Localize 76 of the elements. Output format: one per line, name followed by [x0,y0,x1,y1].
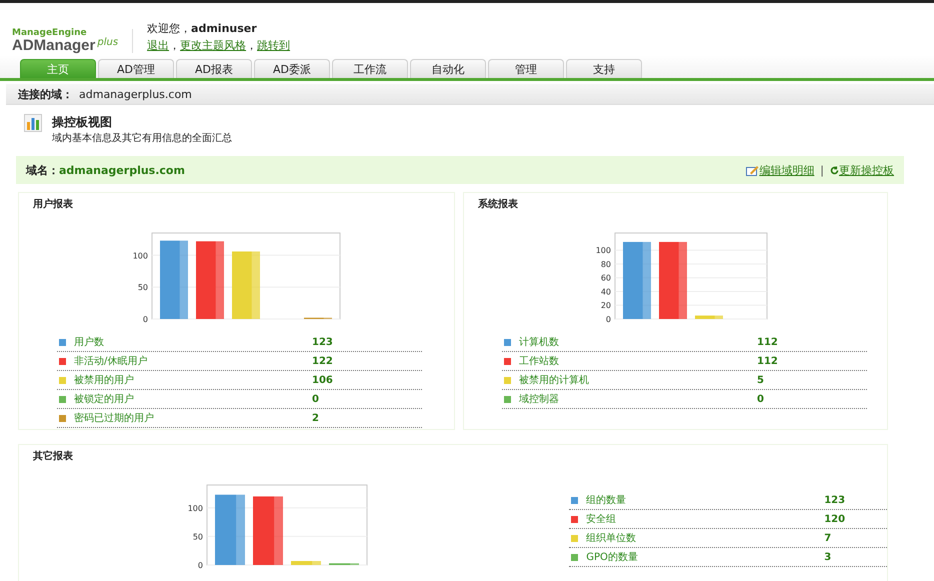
nav-tab[interactable]: 支持 [566,59,642,78]
refresh-icon [830,166,839,174]
card-title: 用户报表 [33,199,73,210]
card-title: 系统报表 [478,199,518,210]
legend-label[interactable]: 计算机数 [519,335,757,349]
page-title: 操控板视图 [52,114,113,131]
legend-label[interactable]: 域控制器 [519,392,757,406]
header-link[interactable]: 退出 [147,38,170,53]
divider-text: | [820,164,824,176]
username: adminuser [191,22,257,35]
legend-label[interactable]: 安全组 [586,512,824,526]
greeting-text: 欢迎您， [147,21,192,36]
legend-value: 123 [824,494,846,506]
header-link[interactable]: 跳转到 [257,38,290,53]
legend-label[interactable]: 非活动/休眠用户 [74,354,312,368]
legend-value: 7 [824,532,832,544]
domain-label: 域名： [26,162,59,178]
nav-tab[interactable]: 自动化 [410,59,486,78]
legend-label[interactable]: 工作站数 [519,354,757,368]
separator-text: ， [246,38,258,53]
connected-domain-label: 连接的域： [18,86,73,102]
logo-brand: ManageEngine [12,29,88,38]
axis-tick-label: 20 [600,301,611,310]
bar [214,494,245,565]
legend-label[interactable]: 密码已过期的用户 [74,411,312,425]
logo-suffix: plus [97,38,118,48]
bar [232,251,260,319]
nav-tab[interactable]: 主页 [20,59,96,78]
axis-tick-label: 0 [198,561,203,569]
header-link[interactable]: 更改主题风格 [180,38,246,53]
legend-label[interactable]: GPO的数量 [586,550,824,564]
legend-label[interactable]: 组织单位数 [586,531,824,545]
domain-name: admanagerplus.com [59,164,185,176]
legend-label[interactable]: 用户数 [74,335,312,349]
axis-tick-label: 60 [600,274,611,283]
nav-tab[interactable]: AD委派 [254,59,330,78]
axis-tick-label: 40 [600,287,611,296]
action-link[interactable]: 更新操控板 [839,162,894,178]
logo-product: ADManager [12,38,96,53]
legend-value: 0 [312,394,319,404]
legend-value: 3 [824,552,832,562]
legend-value: 106 [312,374,333,386]
legend-value: 5 [757,374,764,386]
axis-tick-label: 100 [187,504,203,513]
axis-tick-label: 0 [606,315,611,323]
connected-domain-value: admanagerplus.com [79,88,192,100]
legend-label[interactable]: 组的数量 [586,493,824,507]
bar-chart-icon [24,114,42,132]
nav-tab[interactable]: AD报表 [176,59,252,78]
card-title: 其它报表 [33,451,73,462]
legend-value: 120 [824,514,846,524]
action-link[interactable]: 编辑域明细 [759,162,814,178]
axis-tick-label: 100 [596,246,611,256]
page-subtitle: 域内基本信息及其它有用信息的全面汇总 [52,132,232,145]
bar [252,496,283,565]
legend-value: 123 [312,336,333,348]
axis-tick-label: 0 [142,315,148,323]
legend-value: 0 [757,394,764,404]
axis-tick-label: 50 [138,283,148,292]
legend-value: 2 [312,412,319,424]
legend-value: 122 [312,356,333,366]
legend-value: 112 [757,356,778,366]
legend-value: 112 [757,336,778,348]
edit-icon [746,164,760,176]
separator-text: ， [169,38,180,53]
legend-label[interactable]: 被禁用的计算机 [519,373,757,387]
axis-tick-label: 100 [132,251,148,260]
legend-label[interactable]: 被禁用的用户 [74,373,312,387]
nav-tab[interactable]: AD管理 [98,59,174,78]
axis-tick-label: 80 [600,260,611,269]
nav-tab[interactable]: 工作流 [332,59,408,78]
nav-tab[interactable]: 管理 [488,59,564,78]
axis-tick-label: 50 [192,532,203,542]
bar [695,316,723,319]
bar [290,561,321,565]
legend-label[interactable]: 被锁定的用户 [74,392,312,406]
